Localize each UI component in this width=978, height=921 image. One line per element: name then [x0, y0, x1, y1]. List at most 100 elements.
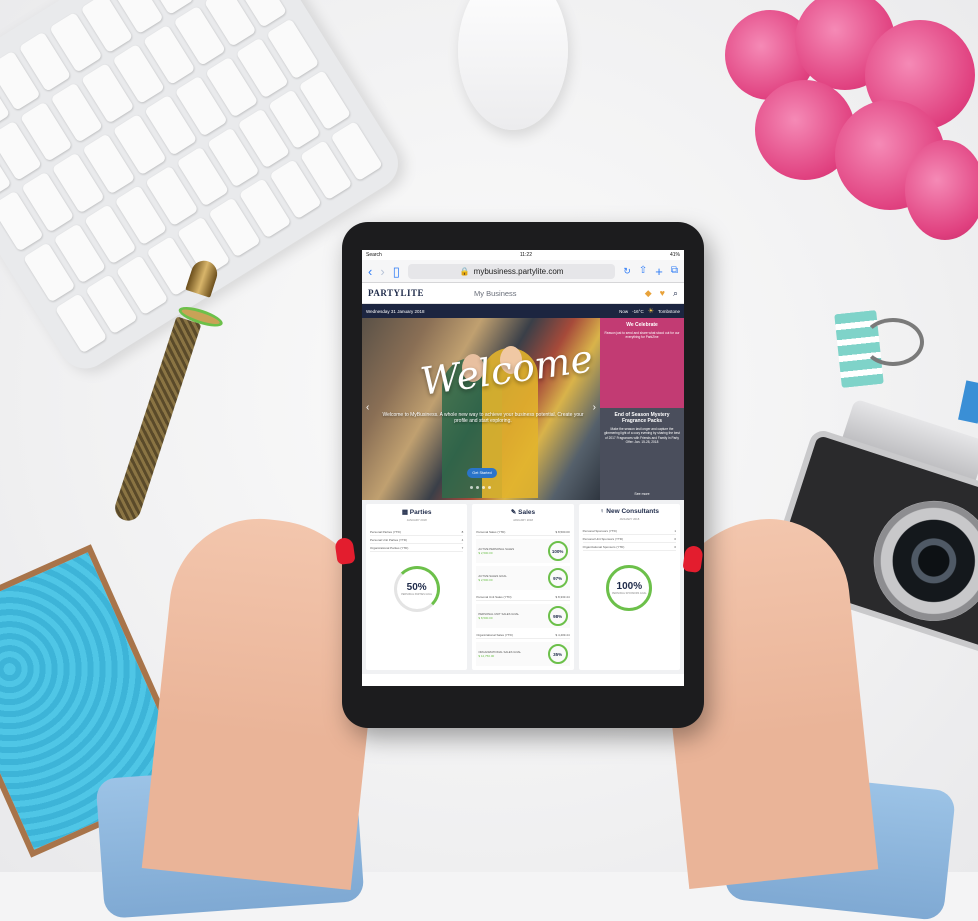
back-icon[interactable]: ‹: [368, 265, 372, 278]
side-promos: We Celebrate Reason just to send and sha…: [600, 318, 684, 500]
row-label: Personal Sales (YTD): [476, 529, 506, 534]
celebrate-text: Reason just to send and share what stood…: [604, 331, 680, 340]
reload-icon[interactable]: ↻: [623, 266, 631, 276]
consultants-goal-ring: 100% PERSONAL SPONSORS GOAL: [606, 565, 653, 611]
carousel-dots[interactable]: [470, 486, 491, 489]
table-row: Personal Parties (YTD) 8: [370, 528, 464, 536]
goal-percent: 35%: [547, 644, 568, 664]
goal-card: ACTIVE PERSONAL SALES $ 2,500.00 100%: [476, 539, 570, 563]
battery-label: 41%: [669, 252, 680, 258]
sales-period: JANUARY 2018: [513, 518, 533, 522]
row-label: Organizational Sales (YTD): [476, 632, 513, 637]
goal-amount: $ 2,500.00: [478, 578, 493, 582]
table-row: Personal Unit Sponsors (YTD) 0: [582, 535, 676, 543]
table-row: Personal Unit Sales (YTD) $ 8,333.44: [476, 593, 570, 601]
dashboard-panels: ▦ Parties JANUARY 2018 Personal Parties …: [362, 500, 684, 674]
row-value: 0: [674, 544, 676, 549]
table-row: Personal Sponsors (YTD) 1: [582, 527, 676, 535]
clock: 11:22: [519, 252, 532, 258]
goal-amount: $ 8,500.00: [478, 616, 493, 620]
consultants-goal-label: PERSONAL SPONSORS GOAL: [612, 592, 647, 595]
lock-icon: 🔒: [459, 266, 470, 276]
consultants-period: JANUARY 2018: [619, 517, 640, 521]
row-value: $ 8,500.00: [555, 529, 570, 534]
season-promo-card[interactable]: End of Season Mystery Fragrance Packs Ma…: [600, 408, 684, 500]
row-label: Organizational Sponsors (YTD): [582, 544, 625, 549]
current-date: Wednesday 31 January 2018: [366, 308, 425, 314]
bookmarks-icon[interactable]: ▯: [393, 265, 400, 278]
goal-card: ORGANIZATIONAL SALES GOAL $ 12,750.00 35%: [476, 642, 570, 666]
goal-amount: $ 12,750.00: [478, 654, 495, 658]
rewards-icon[interactable]: ♥: [660, 288, 665, 299]
hydrangea-flowers: [715, 0, 978, 260]
row-value: 7: [461, 545, 464, 550]
partylite-logo[interactable]: PARTYLITE: [368, 288, 424, 298]
table-row: Organizational Sponsors (YTD) 0: [582, 543, 676, 551]
row-label: Personal Unit Sales (YTD): [476, 594, 512, 599]
row-value: 0: [674, 536, 676, 541]
carousel-prev-icon[interactable]: ‹: [366, 402, 369, 413]
goal-card: ACTIVE SALES GOAL $ 2,500.00 97%: [476, 566, 570, 590]
binder-clip-blue: [958, 380, 978, 424]
parties-period: JANUARY 2018: [406, 518, 427, 522]
table-row: Organizational Sales (YTD) $ 4,409.44: [476, 631, 570, 639]
parties-title: Parties: [409, 509, 432, 516]
city-name: Tombstone: [657, 308, 680, 314]
mouse: [458, 0, 568, 130]
carrier-label: Search: [366, 252, 382, 258]
row-value: $ 8,333.44: [555, 594, 570, 599]
season-text: Make the season last longer and capture …: [604, 427, 680, 445]
consultants-goal-percent: 100%: [616, 581, 643, 592]
row-label: Organizational Parties (YTD): [370, 545, 409, 550]
get-started-button[interactable]: Get Started: [467, 468, 497, 478]
carousel-next-icon[interactable]: ›: [593, 402, 596, 413]
date-bar: Wednesday 31 January 2018 Now -16°C ☀ To…: [362, 304, 684, 318]
parties-goal-ring: 50% PERSONAL PARTIES GOAL: [393, 566, 440, 612]
app-title: My Business: [474, 288, 517, 298]
see-more-link[interactable]: See more: [600, 492, 684, 496]
address-bar[interactable]: 🔒 mybusiness.partylite.com: [407, 263, 616, 279]
browser-toolbar: ‹ › ▯ 🔒 mybusiness.partylite.com ↻ ⇧ + ⧉: [362, 260, 684, 283]
row-label: Personal Parties (YTD): [370, 529, 401, 534]
goal-percent: 97%: [547, 568, 568, 588]
consultants-title: New Consultants: [606, 508, 660, 515]
row-value: 1: [674, 528, 676, 533]
new-tab-icon[interactable]: +: [655, 265, 663, 278]
row-label: Personal Sponsors (YTD): [582, 528, 617, 533]
hero-section: Welcome Welcome to MyBusiness. A whole n…: [362, 318, 684, 500]
tabs-icon[interactable]: ⧉: [671, 266, 678, 276]
parties-goal-percent: 50%: [406, 582, 427, 593]
goal-percent: 100%: [547, 541, 568, 561]
new-consultants-panel: ♀ New Consultants JANUARY 2018 Personal …: [578, 504, 680, 670]
sales-title: Sales: [518, 509, 536, 516]
clip-handle: [862, 318, 924, 366]
share-icon[interactable]: ⇧: [639, 266, 647, 276]
row-value: $ 4,409.44: [555, 632, 570, 637]
app-header: PARTYLITE My Business ◆ ♥ ⌕: [362, 283, 684, 304]
goal-amount: $ 2,500.00: [478, 551, 493, 555]
table-row: Organizational Parties (YTD) 7: [370, 544, 464, 552]
season-title: End of Season Mystery Fragrance Packs: [614, 412, 670, 424]
tablet: Search 11:22 41% ‹ › ▯ 🔒 mybusiness.part…: [342, 222, 704, 728]
table-row: Personal Sales (YTD) $ 8,500.00: [476, 528, 570, 536]
hero-subtitle: Welcome to MyBusiness. A whole new way t…: [382, 412, 584, 424]
tablet-screen: Search 11:22 41% ‹ › ▯ 🔒 mybusiness.part…: [362, 250, 684, 686]
goal-card: PERSONAL UNIT SALES GOAL $ 8,500.00 98%: [476, 604, 570, 628]
row-value: 4: [461, 537, 464, 542]
hero-carousel[interactable]: Welcome Welcome to MyBusiness. A whole n…: [362, 318, 600, 500]
weather-widget: Now -16°C ☀ Tombstone: [619, 307, 680, 315]
notifications-icon[interactable]: ◆: [645, 288, 652, 299]
we-celebrate-card[interactable]: We Celebrate Reason just to send and sha…: [600, 318, 684, 408]
sales-panel: ✎ Sales JANUARY 2018 Personal Sales (YTD…: [472, 504, 574, 670]
parties-panel: ▦ Parties JANUARY 2018 Personal Parties …: [366, 504, 468, 670]
goal-percent: 98%: [547, 606, 568, 626]
url-text: mybusiness.partylite.com: [473, 266, 564, 276]
calendar-icon: ▦: [401, 509, 410, 516]
status-bar: Search 11:22 41%: [362, 250, 684, 260]
celebrate-title: We Celebrate: [626, 322, 658, 328]
row-value: 8: [461, 529, 464, 534]
row-label: Personal Unit Parties (YTD): [370, 537, 408, 542]
forward-icon[interactable]: ›: [380, 265, 384, 278]
sun-cloud-icon: ☀: [647, 308, 654, 315]
search-icon[interactable]: ⌕: [673, 288, 678, 299]
